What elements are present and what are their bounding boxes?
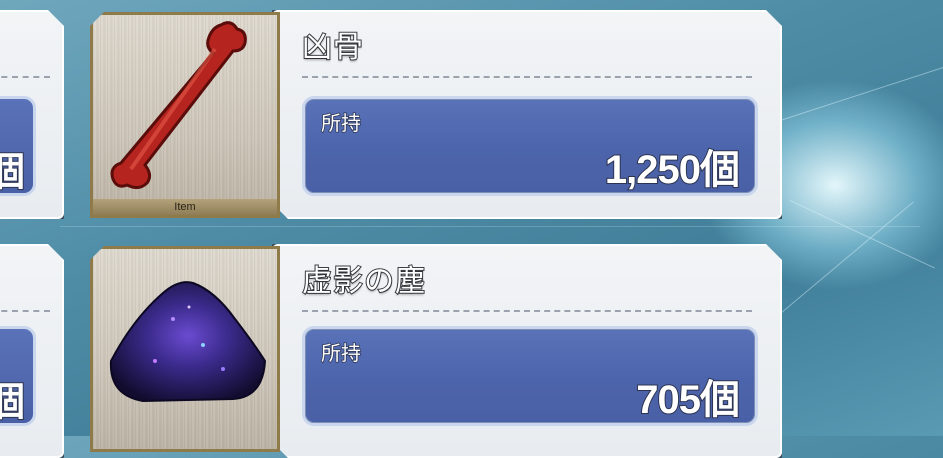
item-thumbnail[interactable]: Item bbox=[90, 12, 280, 218]
bg-streak bbox=[780, 64, 943, 121]
owned-count-panel: 所持 705個 bbox=[302, 326, 758, 426]
item-thumbnail[interactable] bbox=[90, 246, 280, 452]
owned-label: 所持 bbox=[320, 110, 362, 136]
divider bbox=[0, 76, 50, 78]
bg-streak bbox=[760, 201, 914, 331]
bg-streak bbox=[60, 226, 920, 227]
bg-streak bbox=[789, 200, 936, 269]
purple-dust-icon bbox=[109, 281, 267, 403]
divider bbox=[0, 310, 50, 312]
red-bone-icon bbox=[110, 21, 247, 190]
divider bbox=[302, 76, 752, 78]
owned-count-panel: 所持 1,250個 bbox=[302, 96, 758, 196]
owned-count-value: 705個 bbox=[635, 377, 741, 423]
owned-count-value: 1,250個 bbox=[604, 147, 741, 193]
partial-count-panel: 個 bbox=[0, 96, 36, 196]
count-unit-fragment: 個 bbox=[0, 148, 26, 196]
item-name: 凶骨 bbox=[301, 29, 364, 66]
partial-count-panel: 個 bbox=[0, 326, 36, 426]
owned-label: 所持 bbox=[320, 340, 362, 366]
count-unit-fragment: 個 bbox=[0, 378, 26, 426]
divider bbox=[302, 310, 752, 312]
thumbnail-caption: Item bbox=[93, 199, 277, 215]
item-name: 虚影の塵 bbox=[301, 263, 426, 300]
